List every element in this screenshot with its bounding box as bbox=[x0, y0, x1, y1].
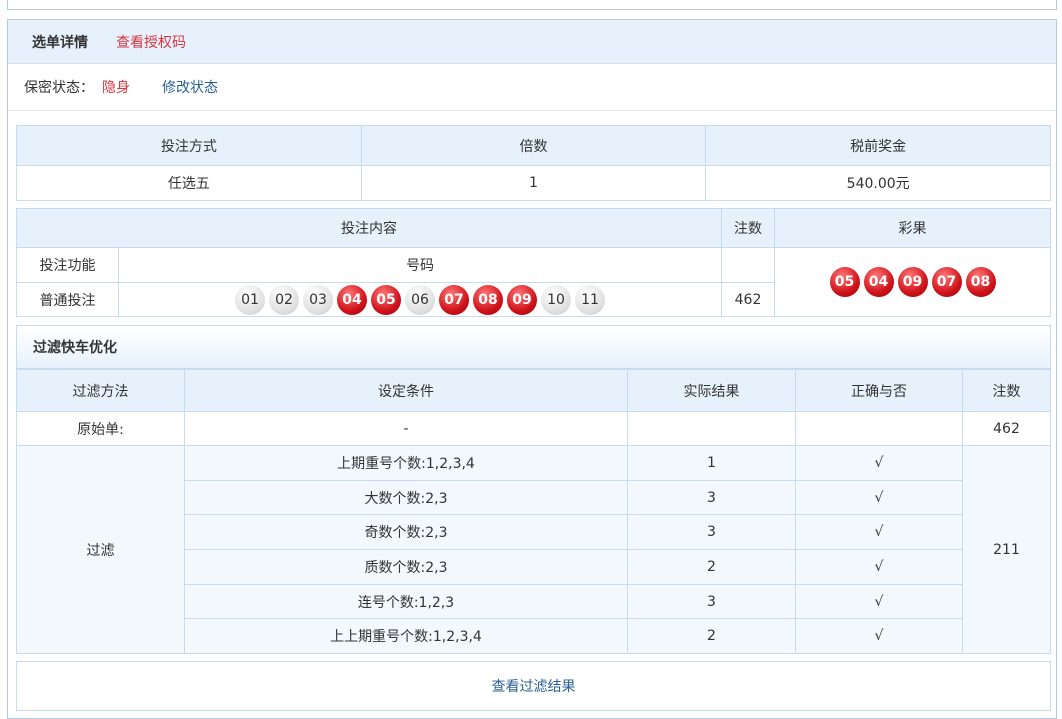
correct-mark: √ bbox=[796, 480, 963, 515]
number-ball: 10 bbox=[541, 285, 571, 315]
hit-number-ball: 08 bbox=[473, 285, 503, 315]
col-header: 注数 bbox=[963, 370, 1051, 412]
hit-number-ball: 07 bbox=[439, 285, 469, 315]
top-box bbox=[7, 0, 1057, 10]
condition: 奇数个数:2,3 bbox=[185, 515, 628, 550]
number-ball: 11 bbox=[575, 285, 605, 315]
modify-state-link[interactable]: 修改状态 bbox=[162, 77, 218, 97]
hit-number-ball: 05 bbox=[371, 285, 401, 315]
correct-mark: √ bbox=[796, 446, 963, 481]
filter-table: 过滤方法设定条件实际结果正确与否注数 原始单:- 462 过滤上期重号个数:1,2… bbox=[16, 369, 1051, 654]
bet-table: 投注内容注数彩果 投注功能号码 0504090708 普通投注010203040… bbox=[16, 208, 1051, 317]
view-filter-result-button[interactable]: 查看过滤结果 bbox=[16, 661, 1051, 711]
original-label: 原始单: bbox=[17, 412, 185, 446]
hit-number-ball: 09 bbox=[507, 285, 537, 315]
summary-table: 投注方式倍数税前奖金 任选五1540.00元 bbox=[16, 125, 1051, 201]
bet-type: 普通投注 bbox=[17, 283, 119, 317]
original-cond: - bbox=[185, 412, 628, 446]
result-ball: 09 bbox=[898, 267, 928, 297]
multiple: 1 bbox=[361, 166, 706, 201]
sub-header: 号码 bbox=[119, 248, 722, 283]
number-ball: 02 bbox=[269, 285, 299, 315]
col-header: 投注方式 bbox=[17, 126, 362, 166]
privacy-label: 保密状态： bbox=[24, 77, 94, 97]
condition: 质数个数:2,3 bbox=[185, 550, 628, 585]
condition: 连号个数:1,2,3 bbox=[185, 584, 628, 619]
panel-title: 选单详情 bbox=[32, 32, 88, 52]
condition: 上期重号个数:1,2,3,4 bbox=[185, 446, 628, 481]
table-row: 过滤上期重号个数:1,2,3,41√211 bbox=[17, 446, 1051, 481]
order-detail-panel: 选单详情 查看授权码 保密状态： 隐身 修改状态 投注方式倍数税前奖金 任选五1… bbox=[7, 19, 1057, 719]
privacy-row: 保密状态： 隐身 修改状态 bbox=[8, 64, 1056, 111]
sub-header: 投注功能 bbox=[17, 248, 119, 283]
col-header: 实际结果 bbox=[628, 370, 796, 412]
hit-number-ball: 04 bbox=[337, 285, 367, 315]
col-header: 彩果 bbox=[775, 209, 1051, 248]
filter-method: 过滤 bbox=[17, 446, 185, 654]
correct-mark: √ bbox=[796, 515, 963, 550]
result-ball: 08 bbox=[966, 267, 996, 297]
correct-mark: √ bbox=[796, 550, 963, 585]
bet-numbers: 0102030405060708091011 bbox=[119, 283, 722, 317]
col-header: 注数 bbox=[722, 209, 775, 248]
col-header: 设定条件 bbox=[185, 370, 628, 412]
correct-mark: √ bbox=[796, 619, 963, 654]
view-auth-code-link[interactable]: 查看授权码 bbox=[116, 32, 186, 52]
result-ball: 04 bbox=[864, 267, 894, 297]
col-header: 税前奖金 bbox=[706, 126, 1051, 166]
col-header: 正确与否 bbox=[796, 370, 963, 412]
filter-section-title: 过滤快车优化 bbox=[16, 325, 1051, 369]
condition: 上上期重号个数:1,2,3,4 bbox=[185, 619, 628, 654]
actual-result: 3 bbox=[628, 584, 796, 619]
number-ball: 01 bbox=[235, 285, 265, 315]
draw-result: 0504090708 bbox=[775, 248, 1051, 317]
actual-result: 3 bbox=[628, 515, 796, 550]
col-header: 过滤方法 bbox=[17, 370, 185, 412]
actual-result: 2 bbox=[628, 619, 796, 654]
result-ball: 07 bbox=[932, 267, 962, 297]
prize: 540.00元 bbox=[706, 166, 1051, 201]
bet-method: 任选五 bbox=[17, 166, 362, 201]
number-ball: 03 bbox=[303, 285, 333, 315]
actual-result: 2 bbox=[628, 550, 796, 585]
condition: 大数个数:2,3 bbox=[185, 480, 628, 515]
number-ball: 06 bbox=[405, 285, 435, 315]
panel-header: 选单详情 查看授权码 bbox=[8, 20, 1056, 64]
original-count: 462 bbox=[963, 412, 1051, 446]
actual-result: 3 bbox=[628, 480, 796, 515]
bet-count: 462 bbox=[722, 283, 775, 317]
filtered-count: 211 bbox=[963, 446, 1051, 654]
col-header: 投注内容 bbox=[17, 209, 722, 248]
col-header: 倍数 bbox=[361, 126, 706, 166]
correct-mark: √ bbox=[796, 584, 963, 619]
privacy-value: 隐身 bbox=[102, 77, 130, 97]
actual-result: 1 bbox=[628, 446, 796, 481]
result-ball: 05 bbox=[830, 267, 860, 297]
